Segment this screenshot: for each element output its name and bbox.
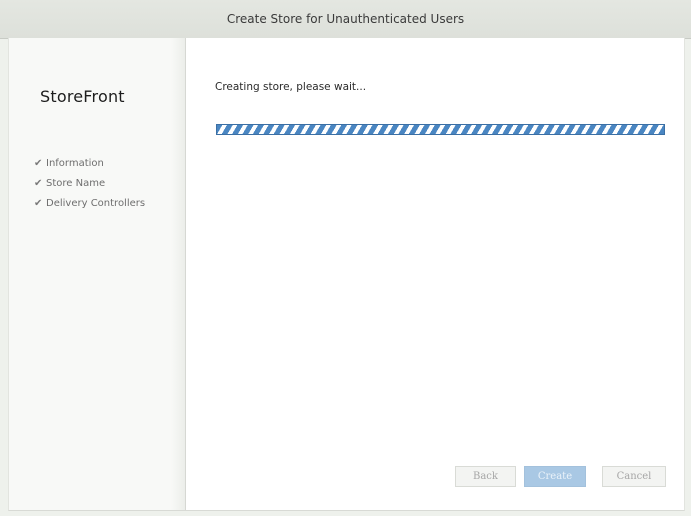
window-titlebar[interactable]: Create Store for Unauthenticated Users (0, 0, 691, 39)
step-delivery-controllers: ✔ Delivery Controllers (34, 193, 145, 213)
brand-title: StoreFront (40, 87, 125, 106)
create-button[interactable]: Create (524, 466, 586, 487)
step-information: ✔ Information (34, 153, 145, 173)
wizard-frame: StoreFront ✔ Information ✔ Store Name ✔ … (8, 38, 685, 511)
progress-bar-fill (217, 125, 664, 134)
checkmark-icon: ✔ (34, 157, 43, 169)
window-title: Create Store for Unauthenticated Users (226, 12, 465, 26)
wizard-main-panel: Creating store, please wait... Back Crea… (186, 38, 684, 510)
checkmark-icon: ✔ (34, 177, 43, 189)
wizard-window: Create Store for Unauthenticated Users S… (0, 0, 691, 516)
cancel-button[interactable]: Cancel (602, 466, 666, 487)
wizard-sidebar: StoreFront ✔ Information ✔ Store Name ✔ … (9, 38, 186, 510)
status-message: Creating store, please wait... (215, 81, 367, 93)
checkmark-icon: ✔ (34, 197, 43, 209)
step-label: Store Name (46, 177, 106, 189)
progress-bar (216, 124, 665, 135)
back-button[interactable]: Back (455, 466, 516, 487)
wizard-steps: ✔ Information ✔ Store Name ✔ Delivery Co… (34, 153, 145, 213)
step-store-name: ✔ Store Name (34, 173, 145, 193)
step-label: Delivery Controllers (46, 197, 146, 209)
step-label: Information (46, 157, 104, 169)
